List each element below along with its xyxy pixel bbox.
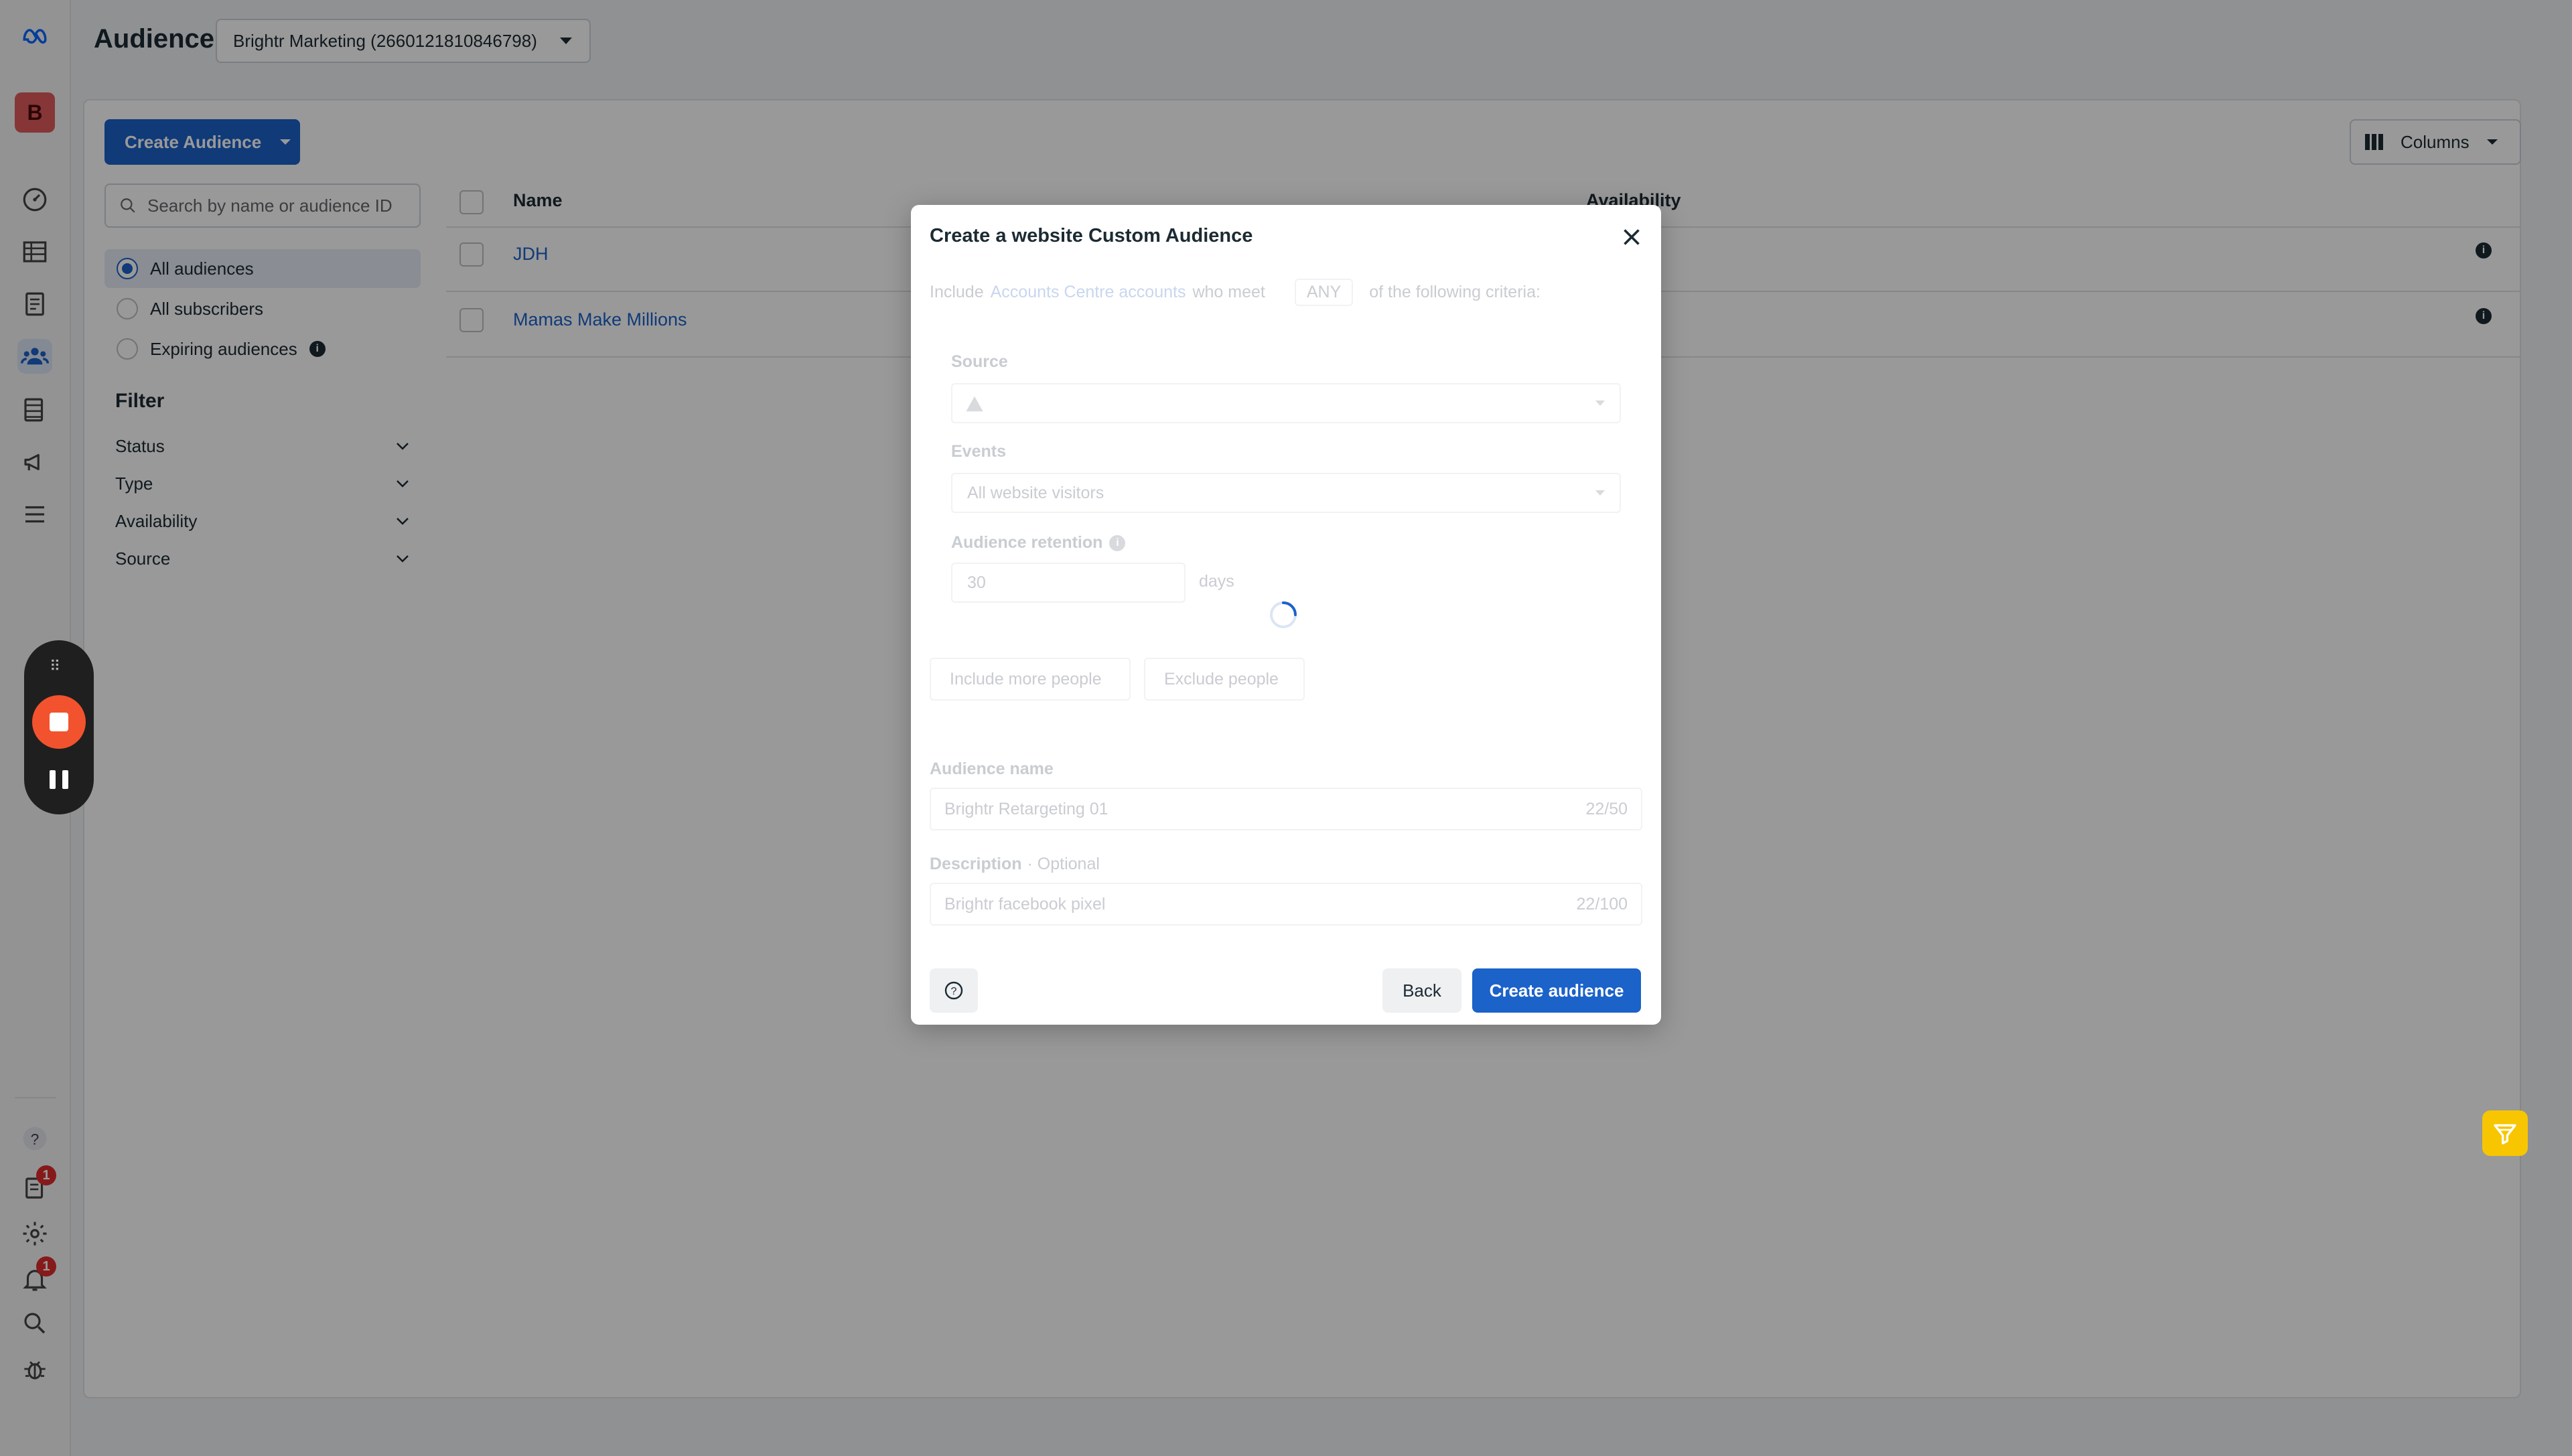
- svg-text:?: ?: [951, 986, 957, 997]
- include-mid: who meet: [1192, 283, 1265, 301]
- accounts-centre-link[interactable]: Accounts Centre accounts: [991, 283, 1186, 302]
- retention-value: 30: [967, 573, 986, 592]
- back-button[interactable]: Back: [1382, 968, 1461, 1013]
- description-label-row: Description · Optional: [930, 855, 1100, 874]
- audience-name-value: Brightr Retargeting 01: [944, 800, 1109, 818]
- stop-recording-button[interactable]: [32, 695, 86, 749]
- events-select[interactable]: All website visitors: [951, 473, 1621, 513]
- events-label: Events: [951, 442, 1006, 461]
- include-more-people-button[interactable]: Include more people: [930, 658, 1131, 701]
- caret-down-icon: [1595, 490, 1605, 496]
- audience-name-count: 22/50: [1585, 800, 1628, 818]
- feedback-widget-icon[interactable]: [2482, 1110, 2528, 1156]
- include-prefix: Include: [930, 283, 984, 301]
- create-custom-audience-dialog: Create a website Custom Audience Include…: [911, 205, 1661, 1025]
- include-criteria-row: Include Accounts Centre accounts who mee…: [930, 279, 1541, 306]
- events-value: All website visitors: [967, 484, 1104, 502]
- description-input[interactable]: Brightr facebook pixel 22/100: [930, 883, 1642, 926]
- include-suffix: of the following criteria:: [1369, 283, 1541, 301]
- help-button[interactable]: ?: [930, 968, 978, 1013]
- source-select[interactable]: [951, 383, 1621, 423]
- loading-spinner-icon: [1270, 601, 1297, 628]
- drag-handle-icon[interactable]: ⠿: [50, 658, 62, 675]
- retention-label-row: Audience retention i: [951, 533, 1126, 553]
- audience-name-label: Audience name: [930, 759, 1054, 778]
- question-circle-icon: ?: [944, 981, 963, 1000]
- description-count: 22/100: [1576, 895, 1628, 914]
- match-any-select[interactable]: ANY: [1294, 279, 1354, 306]
- pause-recording-button[interactable]: [50, 770, 68, 794]
- description-label: Description: [930, 855, 1022, 873]
- warning-icon: [966, 396, 983, 412]
- close-icon[interactable]: [1620, 225, 1644, 249]
- retention-label: Audience retention: [951, 533, 1103, 552]
- exclude-people-button[interactable]: Exclude people: [1144, 658, 1305, 701]
- dialog-title: Create a website Custom Audience: [930, 225, 1253, 246]
- retention-unit: days: [1199, 572, 1234, 591]
- create-audience-submit-button[interactable]: Create audience: [1472, 968, 1641, 1013]
- retention-days-input[interactable]: 30: [951, 563, 1186, 603]
- include-more-label: Include more people: [950, 670, 1102, 688]
- description-optional: · Optional: [1027, 855, 1100, 873]
- description-value: Brightr facebook pixel: [944, 895, 1106, 914]
- info-icon[interactable]: i: [1109, 534, 1126, 551]
- audience-name-input[interactable]: Brightr Retargeting 01 22/50: [930, 788, 1642, 830]
- exclude-label: Exclude people: [1164, 670, 1279, 688]
- screen-recorder-widget: ⠿: [24, 640, 94, 814]
- source-label: Source: [951, 352, 1008, 371]
- caret-down-icon: [1595, 401, 1605, 406]
